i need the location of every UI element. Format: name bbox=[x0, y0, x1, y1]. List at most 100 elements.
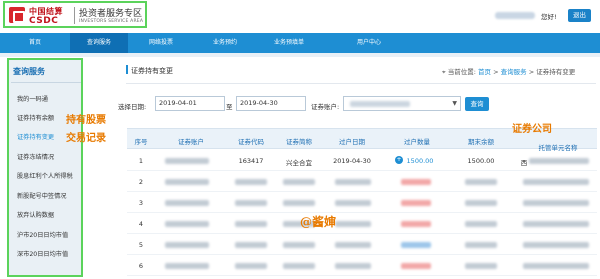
date-label: 选择日期: bbox=[118, 103, 147, 111]
balance-redacted bbox=[465, 242, 497, 248]
logo-divider bbox=[74, 7, 75, 24]
account-redacted bbox=[165, 179, 209, 185]
unit-redacted bbox=[523, 179, 589, 185]
breadcrumb-home[interactable]: 首页 bbox=[478, 68, 491, 76]
plus-icon: + bbox=[395, 156, 403, 164]
code-redacted bbox=[235, 200, 267, 206]
breadcrumb-sep-1: > bbox=[493, 68, 499, 76]
account-select[interactable]: ▼ bbox=[343, 96, 461, 111]
row-name: 兴全合宜 bbox=[286, 159, 312, 167]
zone-title: 投资者服务专区 bbox=[79, 9, 143, 19]
breadcrumb: ⌖ 当前位置: 首页 > 查询服务 > 证券持有变更 bbox=[442, 66, 575, 77]
title-accent bbox=[126, 65, 128, 74]
row-code: 163417 bbox=[238, 157, 264, 165]
start-date-input[interactable]: 2019-04-01 bbox=[155, 96, 225, 111]
row-date: 2019-04-30 bbox=[333, 157, 371, 165]
row-index: 3 bbox=[138, 199, 144, 207]
date-redacted bbox=[335, 263, 371, 269]
nav-item-user-center[interactable]: 用户中心 bbox=[336, 33, 402, 53]
logo-en-text: CSDC bbox=[29, 16, 59, 26]
balance-redacted bbox=[465, 179, 497, 185]
account-redacted bbox=[165, 200, 209, 206]
sidebar-item-sz-market-value[interactable]: 深市20日日均市值 bbox=[17, 249, 68, 258]
col-date: 过户日期 bbox=[339, 138, 365, 146]
code-redacted bbox=[235, 221, 267, 227]
row-qty: 1500.00 bbox=[406, 157, 434, 165]
name-redacted bbox=[283, 200, 315, 206]
top-header: 中国结算 CSDC 投资者服务专区 INVESTORS SERVICE AREA… bbox=[0, 0, 600, 33]
unit-redacted bbox=[523, 263, 589, 269]
site-logo[interactable]: 中国结算 CSDC 投资者服务专区 INVESTORS SERVICE AREA bbox=[3, 1, 147, 28]
page-title: 证券持有变更 bbox=[131, 67, 173, 75]
qty-redacted bbox=[401, 221, 431, 227]
col-index: 序号 bbox=[134, 138, 148, 146]
name-redacted bbox=[283, 179, 315, 185]
sidebar-item-ipo-allotment[interactable]: 新股配号中签情况 bbox=[17, 191, 67, 200]
sidebar-item-frozen[interactable]: 证券冻结情况 bbox=[17, 152, 54, 161]
zone-subtitle: INVESTORS SERVICE AREA bbox=[79, 19, 144, 24]
col-code: 证券代码 bbox=[238, 138, 264, 146]
nav-item-prefill[interactable]: 业务预填单 bbox=[256, 33, 322, 53]
greeting-text: 您好! bbox=[541, 13, 557, 21]
annotation-broker: 证券公司 bbox=[512, 124, 552, 135]
balance-redacted bbox=[465, 221, 497, 227]
sidebar-divider bbox=[11, 82, 81, 83]
breadcrumb-prefix: 当前位置: bbox=[447, 68, 476, 76]
col-qty: 过户数量 bbox=[404, 138, 430, 146]
unit-redacted bbox=[523, 200, 589, 206]
nav-item-appointment[interactable]: 业务预约 bbox=[194, 33, 256, 53]
logout-button[interactable]: 退出 bbox=[568, 9, 591, 22]
account-redacted bbox=[165, 158, 209, 164]
qty-redacted bbox=[401, 263, 431, 269]
name-redacted bbox=[283, 242, 315, 248]
qty-redacted bbox=[401, 200, 431, 206]
annotation-holdings-line1: 持有股票 bbox=[66, 115, 106, 126]
balance-redacted bbox=[465, 200, 497, 206]
account-redacted bbox=[165, 263, 209, 269]
date-redacted bbox=[335, 242, 371, 248]
title-divider bbox=[126, 83, 596, 84]
table-row[interactable]: 5 bbox=[127, 234, 597, 255]
col-account: 证券账户 bbox=[178, 138, 204, 146]
nav-item-home[interactable]: 首页 bbox=[0, 33, 70, 53]
table-row[interactable]: 6 bbox=[127, 255, 597, 276]
nav-shadow bbox=[0, 53, 600, 57]
date-redacted bbox=[335, 179, 371, 185]
qty-redacted bbox=[401, 242, 431, 248]
account-value-redacted bbox=[350, 101, 410, 107]
sidebar-item-holdings-change[interactable]: 证券持有变更 bbox=[17, 132, 54, 141]
sidebar-item-my-account[interactable]: 我的一码通 bbox=[17, 94, 48, 103]
chevron-down-icon: ▼ bbox=[452, 100, 457, 107]
unit-redacted bbox=[523, 242, 589, 248]
nav-item-query[interactable]: 查询服务 bbox=[70, 33, 128, 53]
col-balance: 期末余额 bbox=[468, 138, 494, 146]
balance-redacted bbox=[465, 263, 497, 269]
nav-item-voting[interactable]: 网络投票 bbox=[128, 33, 194, 53]
table-row[interactable]: 3 bbox=[127, 192, 597, 213]
sidebar-item-waived-subscription[interactable]: 放弃认购数据 bbox=[17, 210, 54, 219]
main-content: 证券持有变更 ⌖ 当前位置: 首页 > 查询服务 > 证券持有变更 选择日期: … bbox=[112, 58, 600, 279]
row-index: 6 bbox=[138, 262, 144, 270]
sidebar-item-sh-market-value[interactable]: 沪市20日日均市值 bbox=[17, 230, 68, 239]
query-button[interactable]: 查询 bbox=[465, 97, 489, 111]
date-redacted bbox=[335, 200, 371, 206]
to-label: 至 bbox=[226, 103, 233, 111]
date-redacted bbox=[335, 221, 371, 227]
code-redacted bbox=[235, 179, 267, 185]
row-index: 2 bbox=[138, 178, 144, 186]
sidebar: 查询服务 我的一码通 证券持有余额 证券持有变更 证券冻结情况 股息红利个人所得… bbox=[7, 58, 83, 277]
end-date-input[interactable]: 2019-04-30 bbox=[236, 96, 306, 111]
row-index: 4 bbox=[138, 220, 144, 228]
annotation-holdings-line2: 交易记录 bbox=[66, 133, 106, 144]
table-row[interactable]: 4 bbox=[127, 213, 597, 234]
table-row[interactable]: 2 bbox=[127, 171, 597, 192]
sidebar-item-holdings-balance[interactable]: 证券持有余额 bbox=[17, 113, 54, 122]
breadcrumb-section[interactable]: 查询服务 bbox=[501, 68, 527, 76]
code-redacted bbox=[235, 242, 267, 248]
breadcrumb-sep-2: > bbox=[528, 68, 535, 76]
table-row[interactable]: 1 163417 兴全合宜 2019-04-30 + 1500.00 1500.… bbox=[127, 150, 597, 171]
sidebar-item-dividend-tax[interactable]: 股息红利个人所得税 bbox=[17, 171, 73, 180]
account-redacted bbox=[165, 242, 209, 248]
name-redacted bbox=[283, 263, 315, 269]
row-index: 1 bbox=[138, 157, 144, 165]
